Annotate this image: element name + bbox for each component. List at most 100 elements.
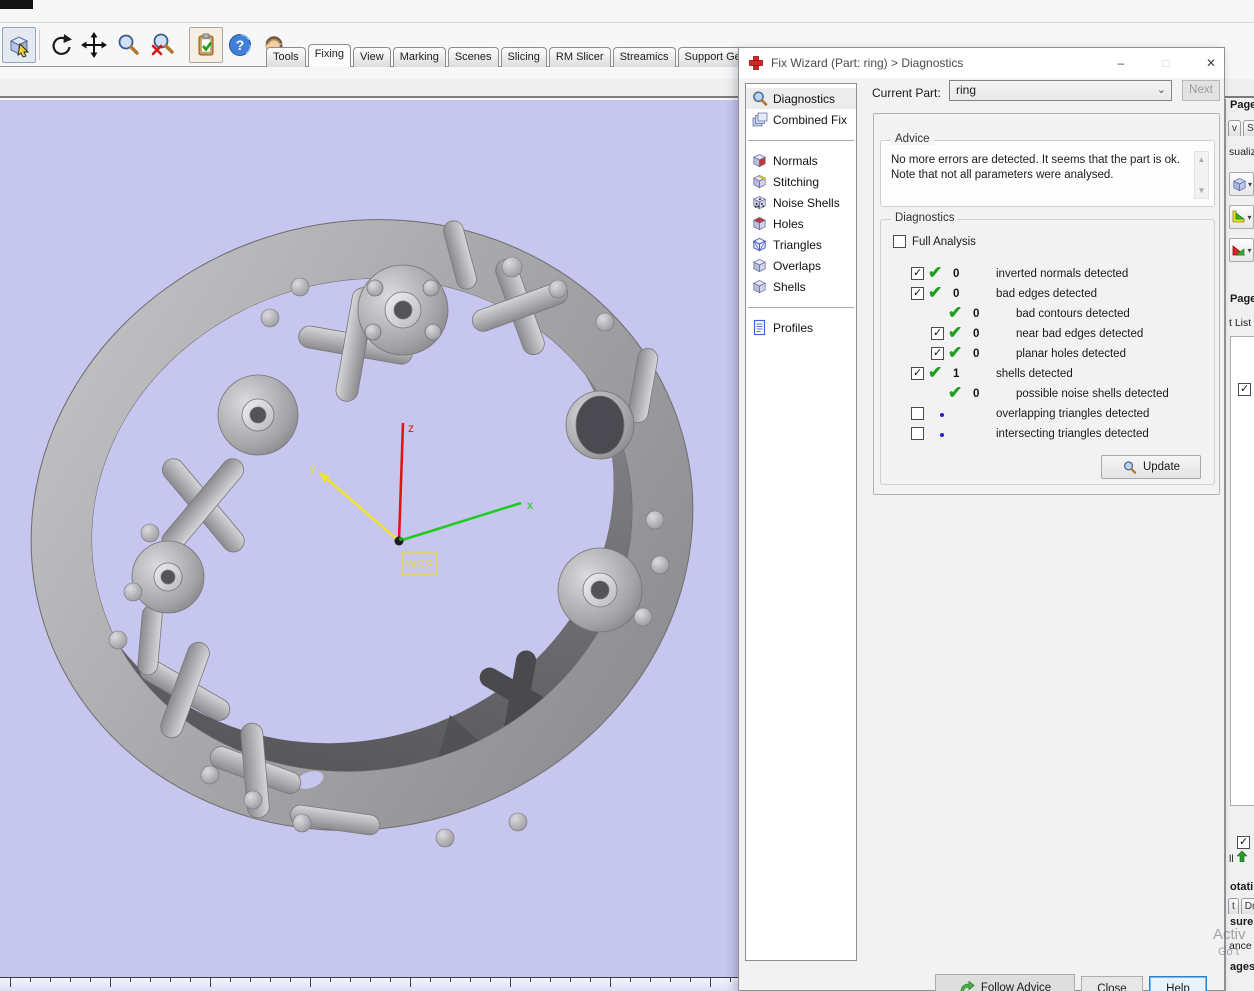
- mini-tab-v[interactable]: v: [1228, 120, 1241, 136]
- ruler-tick: [350, 978, 351, 982]
- diagnostic-label: planar holes detected: [1016, 348, 1126, 360]
- close-button[interactable]: ✕: [1196, 48, 1226, 78]
- fix-wizard-dialog: Fix Wizard (Part: ring) > Diagnostics – …: [738, 47, 1225, 991]
- checkbox[interactable]: [911, 407, 924, 420]
- document-icon: [751, 319, 768, 336]
- dialog-title: Fix Wizard (Part: ring) > Diagnostics: [771, 56, 963, 70]
- cube-red-front-icon: [751, 152, 768, 169]
- verify-part-icon[interactable]: [189, 27, 223, 63]
- panel-header-fragment: Page: [1230, 293, 1254, 305]
- ruler-tick: [550, 978, 551, 982]
- view-corner-icon[interactable]: ▾: [1229, 205, 1254, 229]
- advice-text: No more errors are detected. It seems th…: [891, 153, 1181, 183]
- ruler-tick: [210, 978, 211, 987]
- sidebar-item-stitching[interactable]: Stitching: [746, 171, 856, 192]
- panel-header-fragment: Page: [1230, 99, 1254, 111]
- ruler-tick: [670, 978, 671, 982]
- tab-scenes[interactable]: Scenes: [448, 47, 499, 67]
- maximize-button[interactable]: □: [1151, 48, 1181, 78]
- sidebar-item-label: Profiles: [773, 321, 813, 335]
- ruler-tick: [730, 978, 731, 982]
- error-count: 0: [953, 288, 959, 300]
- sidebar-item-label: Holes: [773, 217, 804, 231]
- sidebar-item-holes[interactable]: Holes: [746, 213, 856, 234]
- checkbox[interactable]: [911, 287, 924, 300]
- sidebar-item-noise-shells[interactable]: Noise Shells: [746, 192, 856, 213]
- sidebar-divider: [748, 140, 854, 141]
- checkbox[interactable]: [893, 235, 906, 248]
- unzoom-icon[interactable]: [145, 27, 179, 63]
- scroll-up-icon[interactable]: ▲: [1195, 155, 1208, 164]
- diagnostic-label: shells detected: [996, 368, 1073, 380]
- ruler-tick: [50, 978, 51, 982]
- checkbox[interactable]: [911, 267, 924, 280]
- checkbox[interactable]: [931, 327, 944, 340]
- fix-wizard-sidebar: Diagnostics Combined Fix Normals Stitchi…: [745, 83, 857, 961]
- help-icon[interactable]: ?: [223, 27, 257, 63]
- ruler-tick: [130, 978, 131, 982]
- sidebar-item-label: Noise Shells: [773, 196, 840, 210]
- green-check-icon: ✔: [928, 283, 942, 303]
- checkbox[interactable]: [911, 367, 924, 380]
- zoom-icon[interactable]: [111, 27, 145, 63]
- diagnostics-legend: Diagnostics: [891, 212, 958, 224]
- sidebar-item-label: Combined Fix: [773, 113, 847, 127]
- sidebar-item-normals[interactable]: Normals: [746, 150, 856, 171]
- mini-tab-slic[interactable]: Slic: [1243, 120, 1254, 136]
- ruler-tick: [430, 978, 431, 982]
- pan-view-icon[interactable]: [77, 27, 111, 63]
- help-button[interactable]: Help: [1149, 976, 1207, 991]
- sidebar-item-combined-fix[interactable]: Combined Fix: [746, 109, 856, 130]
- tab-fixing[interactable]: Fixing: [308, 44, 351, 67]
- tab-marking[interactable]: Marking: [393, 47, 446, 67]
- next-button[interactable]: Next: [1182, 80, 1220, 101]
- follow-advice-button[interactable]: Follow Advice: [935, 974, 1075, 991]
- ruler-tick: [230, 978, 231, 982]
- sidebar-item-profiles[interactable]: Profiles: [746, 317, 856, 338]
- advice-scrollbar[interactable]: ▲ ▼: [1194, 151, 1209, 199]
- sidebar-item-label: Overlaps: [773, 259, 821, 273]
- dialog-titlebar[interactable]: Fix Wizard (Part: ring) > Diagnostics – …: [739, 48, 1224, 78]
- ruler-tick: [410, 978, 411, 987]
- minimize-button[interactable]: –: [1106, 48, 1136, 78]
- current-part-label: Current Part:: [872, 86, 941, 100]
- green-check-icon: ✔: [948, 303, 962, 323]
- rotate-view-icon[interactable]: [43, 27, 77, 63]
- full-analysis-checkbox[interactable]: Full Analysis: [893, 235, 976, 248]
- sidebar-item-diagnostics[interactable]: Diagnostics: [746, 88, 856, 109]
- ruler-tick: [310, 978, 311, 987]
- application-window: ? ToolsFixingViewMarkingScenesSlicingRM …: [0, 0, 1254, 991]
- checkbox[interactable]: [931, 347, 944, 360]
- toolbar-separator: [39, 30, 40, 60]
- ruler-tick: [490, 978, 491, 982]
- ruler-tick: [370, 978, 371, 982]
- tab-tools[interactable]: Tools: [266, 47, 306, 67]
- tab-slicing[interactable]: Slicing: [501, 47, 547, 67]
- update-button[interactable]: Update: [1101, 455, 1201, 479]
- section-corner-icon[interactable]: ▾: [1229, 238, 1254, 262]
- sidebar-item-overlaps[interactable]: Overlaps: [746, 255, 856, 276]
- sidebar-item-shells[interactable]: Shells: [746, 276, 856, 297]
- part-list-fragment: [1230, 336, 1254, 806]
- tab-view[interactable]: View: [353, 47, 391, 67]
- checkbox[interactable]: [911, 427, 924, 440]
- mini-tab-t[interactable]: t: [1228, 898, 1239, 914]
- part-visibility-checkbox[interactable]: [1238, 383, 1251, 396]
- sidebar-item-label: Shells: [773, 280, 806, 294]
- select-part-icon[interactable]: [2, 27, 36, 63]
- current-part-select[interactable]: ring ⌄: [949, 80, 1172, 101]
- ruler-tick: [630, 978, 631, 982]
- ruler-tick: [650, 978, 651, 982]
- diagnostic-label: near bad edges detected: [1016, 328, 1143, 340]
- ruler-tick: [470, 978, 471, 982]
- sidebar-item-triangles[interactable]: Triangles: [746, 234, 856, 255]
- close-dialog-button[interactable]: Close: [1081, 976, 1143, 991]
- part-visibility-checkbox[interactable]: [1237, 836, 1250, 849]
- diagnostic-row-near-bad-edges-detected: ✔0near bad edges detected: [881, 325, 1214, 345]
- ruler-tick: [10, 978, 11, 987]
- tab-streamics[interactable]: Streamics: [613, 47, 676, 67]
- scroll-down-icon[interactable]: ▼: [1195, 186, 1208, 195]
- shade-mode-icon[interactable]: ▾: [1229, 172, 1254, 196]
- mini-tab-dra[interactable]: Dra: [1241, 898, 1254, 914]
- tab-rm-slicer[interactable]: RM Slicer: [549, 47, 611, 67]
